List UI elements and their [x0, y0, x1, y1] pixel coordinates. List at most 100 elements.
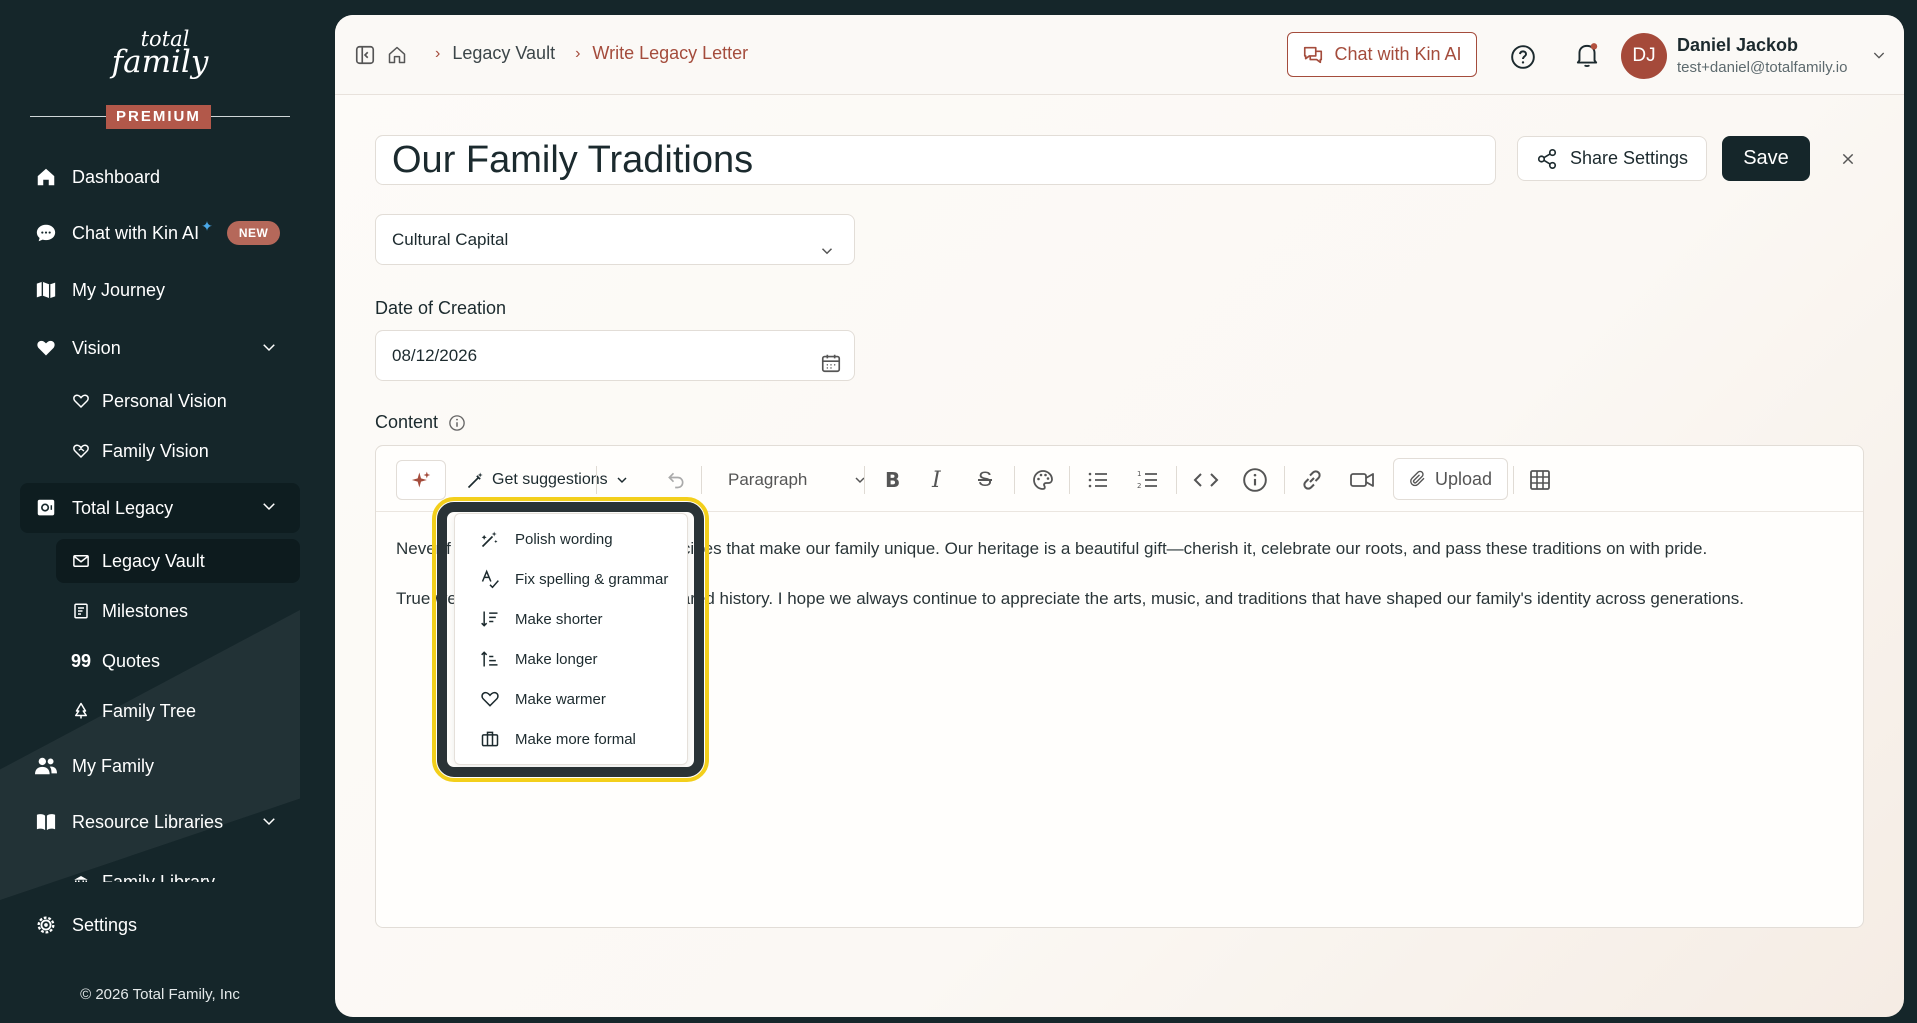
avatar[interactable]: DJ: [1621, 33, 1667, 79]
menu-item-fix-spelling[interactable]: Fix spelling & grammar: [455, 559, 687, 599]
milestone-icon: [70, 600, 92, 622]
code-icon[interactable]: [1193, 464, 1219, 496]
sidebar-item-personal-vision[interactable]: Personal Vision: [56, 379, 300, 423]
chevron-down-icon: [260, 338, 278, 361]
sidebar-item-family-library[interactable]: Family Library: [56, 860, 300, 882]
chevron-down-icon: [818, 230, 836, 279]
italic-icon[interactable]: I: [932, 464, 941, 496]
ai-sparkle-button[interactable]: [396, 460, 446, 500]
save-button[interactable]: Save: [1722, 136, 1810, 181]
toolbar-divider: [1513, 466, 1514, 494]
undo-icon[interactable]: [666, 464, 686, 496]
home-icon: [34, 165, 58, 189]
bell-icon[interactable]: [1571, 39, 1603, 71]
toolbar-divider: [1014, 466, 1015, 494]
heart-icon: [34, 336, 58, 360]
chevron-down-icon[interactable]: [1863, 39, 1895, 71]
sidebar-toggle-icon[interactable]: [349, 39, 381, 71]
toolbar-divider: [596, 466, 597, 494]
sidebar-item-family-tree[interactable]: Family Tree: [56, 689, 300, 733]
numbered-list-icon[interactable]: 12: [1136, 464, 1160, 496]
content-label: Content: [375, 412, 439, 432]
svg-text:1: 1: [1137, 470, 1141, 478]
shorten-icon: [479, 608, 501, 630]
heart-outline-icon: [479, 688, 501, 710]
menu-item-polish-wording[interactable]: Polish wording: [455, 519, 687, 559]
paragraph-style-select[interactable]: Paragraph: [728, 464, 868, 496]
video-icon[interactable]: [1349, 464, 1375, 496]
get-suggestions-button[interactable]: Get suggestions: [466, 464, 630, 496]
sidebar-item-my-family[interactable]: My Family: [20, 742, 300, 790]
bold-icon[interactable]: B: [885, 464, 900, 496]
home-icon[interactable]: [381, 39, 413, 71]
share-settings-button[interactable]: Share Settings: [1517, 136, 1707, 181]
chat-icon: [1304, 46, 1323, 63]
breadcrumb-legacy-vault[interactable]: Legacy Vault: [452, 43, 555, 64]
sidebar-item-milestones[interactable]: Milestones: [56, 589, 300, 633]
sidebar-item-label: Resource Libraries: [72, 811, 224, 832]
menu-item-make-longer[interactable]: Make longer: [455, 639, 687, 679]
sidebar-item-family-vision[interactable]: Family Vision: [56, 429, 300, 473]
upload-button[interactable]: Upload: [1393, 458, 1508, 500]
info-block-icon[interactable]: [1242, 464, 1268, 496]
menu-item-make-warmer[interactable]: Make warmer: [455, 679, 687, 719]
sidebar-item-label: Milestones: [102, 600, 189, 621]
share-icon: [1537, 148, 1557, 169]
sidebar-scroll-clip: Family Library: [0, 860, 335, 882]
wand-icon: [479, 528, 501, 550]
info-icon[interactable]: [448, 414, 466, 432]
letter-title-input[interactable]: Our Family Traditions: [375, 135, 1496, 185]
safe-icon: [34, 496, 58, 520]
top-bar: › Legacy Vault › Write Legacy Letter Cha…: [335, 15, 1904, 95]
menu-item-make-shorter[interactable]: Make shorter: [455, 599, 687, 639]
lengthen-icon: [479, 648, 501, 670]
link-icon[interactable]: [1300, 464, 1324, 496]
sparkle-icon: [411, 471, 431, 488]
sidebar-item-dashboard[interactable]: Dashboard: [20, 153, 300, 201]
brand-logo[interactable]: total family: [110, 29, 210, 78]
gear-icon: [34, 913, 58, 937]
users-icon: [34, 754, 58, 778]
date-field[interactable]: 08/12/2026: [375, 330, 855, 381]
table-icon[interactable]: [1528, 464, 1552, 496]
palette-icon[interactable]: [1031, 464, 1055, 496]
sidebar-item-resource-libraries[interactable]: Resource Libraries: [20, 798, 300, 846]
sidebar-item-legacy-vault[interactable]: Legacy Vault: [56, 539, 300, 583]
user-name: Daniel Jackob: [1677, 35, 1799, 55]
chat-with-kin-ai-button[interactable]: Chat with Kin AI: [1287, 32, 1477, 77]
sidebar: total family PREMIUM Dashboard Chat with…: [0, 0, 335, 1023]
category-select[interactable]: Cultural Capital: [375, 214, 855, 265]
sidebar-item-label: Dashboard: [72, 166, 161, 187]
breadcrumb-separator: ›: [575, 44, 581, 62]
sidebar-item-my-journey[interactable]: My Journey: [20, 266, 300, 314]
spell-check-icon: [479, 568, 501, 590]
sidebar-item-label: My Journey: [72, 279, 166, 300]
map-icon: [34, 278, 58, 302]
sidebar-item-label: Vision: [72, 337, 121, 358]
sidebar-item-chat[interactable]: Chat with Kin AI ✦ NEW: [20, 209, 300, 257]
chevron-down-icon: [855, 477, 865, 484]
sidebar-item-vision[interactable]: Vision: [20, 324, 300, 372]
bullet-list-icon[interactable]: [1086, 464, 1110, 496]
close-icon[interactable]: [1835, 146, 1861, 172]
settings-label: Settings: [72, 914, 138, 935]
sidebar-item-label: My Family: [72, 755, 154, 776]
toolbar-divider: [864, 466, 865, 494]
copyright: © 2026 Total Family, Inc: [80, 986, 240, 1003]
sidebar-item-quotes[interactable]: 99 Quotes: [56, 639, 300, 683]
date-label: Date of Creation: [375, 298, 507, 318]
svg-text:2: 2: [1137, 482, 1141, 490]
menu-item-make-more-formal[interactable]: Make more formal: [455, 719, 687, 759]
book-icon: [34, 810, 58, 834]
wand-icon: [467, 472, 483, 489]
new-badge: NEW: [226, 221, 281, 245]
toolbar-divider: [701, 466, 702, 494]
calendar-icon[interactable]: [820, 344, 842, 393]
mail-icon: [70, 550, 92, 572]
sidebar-item-settings[interactable]: Settings: [20, 901, 300, 949]
premium-badge: PREMIUM: [106, 105, 211, 129]
help-icon[interactable]: [1507, 41, 1539, 73]
sidebar-item-total-legacy[interactable]: Total Legacy: [20, 483, 300, 533]
library-icon: [70, 871, 92, 882]
strikethrough-icon[interactable]: S: [978, 464, 992, 496]
